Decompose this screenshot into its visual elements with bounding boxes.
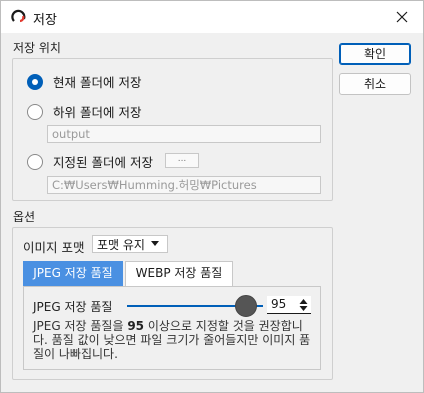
description-text-1: JPEG 저장 품질을 <box>33 319 128 333</box>
close-icon <box>396 11 408 23</box>
jpeg-quality-label: JPEG 저장 품질 <box>33 300 113 314</box>
image-format-value: 포맷 유지 <box>97 237 145 252</box>
description-bold-value: 95 <box>127 319 145 333</box>
radio-button[interactable] <box>27 153 43 170</box>
title-bar: 저장 <box>1 1 423 33</box>
folder-path-field[interactable]: C:₩Users₩Humming.허밍₩Pictures <box>47 176 321 194</box>
radio-specified-folder[interactable]: 지정된 폴더에 저장 <box>27 152 153 171</box>
tab-webp-quality[interactable]: WEBP 저장 품질 <box>125 261 233 286</box>
spin-up-down-icon[interactable] <box>299 298 308 312</box>
radio-subfolder-label: 하위 폴더에 저장 <box>53 105 142 120</box>
radio-button-selected[interactable] <box>27 73 43 90</box>
radio-specified-folder-label: 지정된 폴더에 저장 <box>53 155 153 170</box>
chevron-down-icon <box>150 241 159 246</box>
radio-current-folder-label: 현재 폴더에 저장 <box>53 75 142 90</box>
jpeg-quality-slider[interactable] <box>127 294 263 318</box>
slider-thumb[interactable] <box>235 295 258 317</box>
subfolder-name-field[interactable]: output <box>47 125 321 143</box>
options-group-title: 옵션 <box>13 210 36 224</box>
jpeg-quality-value: 95 <box>271 297 287 311</box>
image-format-select[interactable]: 포맷 유지 <box>92 235 168 253</box>
app-logo-icon <box>11 9 27 25</box>
cancel-button[interactable]: 취소 <box>339 73 411 95</box>
save-location-group-title: 저장 위치 <box>13 41 61 55</box>
radio-button[interactable] <box>27 103 43 120</box>
tab-jpeg-quality[interactable]: JPEG 저장 품질 <box>23 261 123 286</box>
browse-folder-button[interactable]: ... <box>165 153 199 168</box>
jpeg-quality-description: JPEG 저장 품질을 95 이상으로 지정할 것을 권장합니다. 품질 값이 … <box>33 319 315 361</box>
window-title: 저장 <box>33 13 57 28</box>
radio-subfolder[interactable]: 하위 폴더에 저장 <box>27 102 141 121</box>
ok-button[interactable]: 확인 <box>339 43 411 65</box>
radio-current-folder[interactable]: 현재 폴더에 저장 <box>27 72 141 91</box>
close-button[interactable] <box>389 4 415 30</box>
image-format-label: 이미지 포맷 <box>23 240 85 255</box>
save-dialog: 저장 저장 위치 현재 폴더에 저장 하위 폴더에 저장 output 지정된 … <box>0 0 424 393</box>
